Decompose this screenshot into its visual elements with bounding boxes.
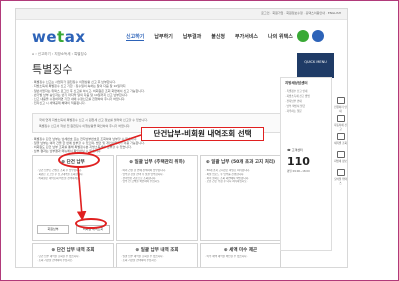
nav-item-appeal[interactable]: 불신청 [211, 33, 225, 41]
card-line: · 조회 기간을 선택하여 주십시오. [121, 258, 157, 262]
counsel-hours: 평일 09:00~18:00 [287, 170, 310, 173]
card-title: ⊕ 단건 납부 내역 조회 [51, 248, 95, 253]
rail-item[interactable]: 모바일 위택스 [334, 169, 347, 185]
counsel-number: 110 [287, 155, 310, 168]
card-text: · 50개 초과 고지건은 파일로 처리합니다. · 파일 업로드 후 납부를 … [205, 169, 276, 184]
annotation-callout: 단건납부-비회원 내역조회 선택 [141, 127, 264, 141]
card-text: · 일괄 납부 내역을 조회할 수 있습니다. · 조회 기간을 선택하여 주십… [121, 255, 193, 263]
nav-item-pay[interactable]: 납부하기 [154, 33, 172, 41]
quick-menu-button[interactable]: QUICK MENU [297, 53, 334, 78]
rail-label: 지방세 정보 [334, 160, 347, 163]
breadcrumb: ⌂ › 신고하기 › 지방소득세 › 특별징수 [32, 52, 87, 56]
annotation-circle-nonmember-button [75, 218, 107, 229]
rail-item[interactable]: 민원처리 안내 [334, 97, 347, 113]
side-info-box: 지방세상담센터 · 특별징수 신고 안내 · 지방소득세 신고 방법 · 전자납… [280, 77, 332, 251]
notice-line: 특별징수 신고서 작성 전 원천징수 이행상황을 확인하여 주시기 바랍니다. [39, 124, 131, 128]
card-line: · 조회 기간을 선택하여 주십시오. [37, 258, 73, 262]
menu-icon[interactable] [312, 30, 324, 42]
rail-label: 모바일 위택스 [334, 178, 347, 185]
card-line: · 비회원은 내역조회 버튼을 선택하세요. [37, 176, 81, 180]
utility-links[interactable]: 로그인 · 회원가입 · 회원정보수정 · 홈택스이용안내 · ENGLISH [261, 11, 341, 15]
rail-label: 자동차세 신고 [334, 124, 347, 131]
card-text: · 여러 건을 한 번에 선택하여 납부합니다. · 납부할 건을 선택 후 일… [121, 169, 193, 184]
card-text: · 단건 납부는 건별로 조회 후 납부합니다. · 회원은 로그인 후 신고내… [37, 169, 109, 180]
nav-item-my[interactable]: 나의 위택스 [268, 33, 293, 41]
top-utility-bar: 로그인 · 회원가입 · 회원정보수정 · 홈택스이용안내 · ENGLISH [16, 9, 347, 20]
card-tax-arrears[interactable]: ⊕ 세액 미수 제곤 · 미수 세액 내역을 확인할 수 있습니다. [200, 243, 281, 267]
list-icon [336, 133, 345, 140]
card-title: ⊕ 일괄 납부 (주택관리 위하) [129, 160, 185, 165]
search-icon[interactable] [297, 30, 309, 42]
card-single-history[interactable]: ⊕ 단건 납부 내역 조회 · 단건 납부 내역을 조회할 수 있습니다. · … [32, 243, 114, 267]
rail-item[interactable]: 세목별 조회 [334, 133, 347, 145]
document-icon [336, 97, 345, 104]
card-line: · 오류 건은 수정 후 다시 처리하십시오. [205, 180, 248, 184]
card-bulk-payment: ⊕ 일괄 납부 (주택관리 위하) · 여러 건을 한 번에 선택하여 납부합니… [116, 155, 198, 241]
nav-item-report[interactable]: 신고하기 [126, 33, 145, 41]
card-title: ⊕ 일괄 납부 (50개 초과 고지 처리) [205, 160, 276, 165]
card-title: ⊕ 일괄 납부 내역 조회 [135, 248, 179, 253]
intro-text: · 특별징수 신고는 사업자가 원천징수 이행상황 신고 후 납부합니다. · … [32, 80, 279, 106]
rail-label: 민원처리 안내 [334, 106, 347, 113]
notice-line: 국세 연계 지방소득세 특별징수 신고 시 원천세 신고 정보를 불러와 신고할… [39, 118, 148, 122]
info-icon [336, 151, 345, 158]
rail-label: 세목별 조회 [334, 142, 347, 145]
card-bulk-file-payment: ⊕ 일괄 납부 (50개 초과 고지 처리) · 50개 초과 고지건은 파일로… [200, 155, 281, 241]
side-links: · 특별징수 신고 안내 · 지방소득세 신고 방법 · 전자납부 안내 · 납… [281, 89, 331, 114]
card-title: ⊕ 세액 미수 제곤 [223, 248, 258, 253]
nav-item-result[interactable]: 납부결과 [183, 33, 201, 41]
card-single-payment: ⊕ 단건 납부 · 단건 납부는 건별로 조회 후 납부합니다. · 회원은 로… [32, 155, 114, 241]
card-line: · 미수 세액 내역을 확인할 수 있습니다. [205, 255, 248, 258]
car-icon [336, 115, 345, 122]
member-payment-button[interactable]: 회원납부 [37, 225, 69, 234]
nav-item-extra[interactable]: 부가서비스 [235, 33, 258, 41]
rail-item[interactable]: 지방세 정보 [334, 151, 347, 163]
counsel-label: ☎ 고객센터 [287, 148, 303, 152]
side-box-title: 지방세상담센터 [285, 81, 308, 85]
mobile-icon [336, 169, 345, 176]
card-text: · 미수 세액 내역을 확인할 수 있습니다. [205, 255, 276, 259]
card-bulk-history[interactable]: ⊕ 일괄 납부 내역 조회 · 일괄 납부 내역을 조회할 수 있습니다. · … [116, 243, 198, 267]
nav-icons [297, 30, 324, 42]
page-title: 특별징수 [32, 63, 73, 76]
main-nav: 신고하기 납부하기 납부결과 불신청 부가서비스 나의 위택스 [126, 33, 293, 41]
side-link[interactable]: · 자주하는 질문 [285, 109, 327, 114]
rail-item[interactable]: 자동차세 신고 [334, 115, 347, 131]
annotation-circle-single-payment [58, 152, 100, 168]
intro-line: · 전자신고 시 세액공제 혜택이 적용됩니다. [32, 101, 86, 106]
card-text: · 단건 납부 내역을 조회할 수 있습니다. · 조회 기간을 선택하여 주십… [37, 255, 109, 263]
card-line: · 납부 전 금액을 확인하여 주십시오. [121, 180, 161, 184]
wetax-logo[interactable]: wetax [32, 28, 86, 46]
